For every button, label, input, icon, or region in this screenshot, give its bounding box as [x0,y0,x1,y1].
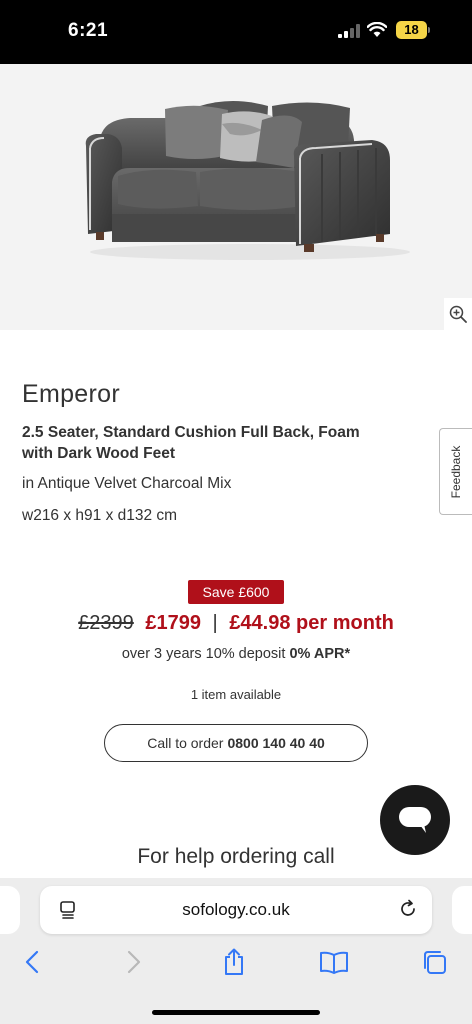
share-icon [225,948,243,975]
price-row: £2399 £1799 | £44.98 per month [0,612,472,635]
battery-icon: 18 [396,21,430,39]
feedback-tab[interactable]: Feedback [439,428,472,515]
product-image[interactable] [0,64,472,330]
back-button[interactable] [16,946,48,978]
chat-button[interactable] [380,785,450,855]
price-separator: | [212,612,218,634]
zoom-in-icon [449,305,467,323]
book-icon [320,951,348,974]
url-text[interactable]: sofology.co.uk [40,886,432,934]
finance-prefix: over 3 years 10% deposit [121,646,286,662]
call-label: Call to order [147,735,224,751]
bookmarks-button[interactable] [318,946,350,978]
share-button[interactable] [218,946,250,978]
sofa-illustration [85,101,410,260]
product-spec: 2.5 Seater, Standard Cushion Full Back, … [22,424,360,462]
status-time: 6:21 [68,20,109,41]
browser-nav-row [0,946,472,978]
call-to-order-button[interactable]: Call to order 0800 140 40 40 [104,724,368,762]
finance-terms: over 3 years 10% deposit 0% APR* [0,646,472,662]
home-indicator [152,1010,320,1015]
reload-icon[interactable] [398,899,418,919]
monthly-price: £44.98 per month [229,612,394,634]
status-bar: 6:21 18 [0,0,472,64]
finance-apr: 0% APR* [289,646,351,662]
wifi-icon [367,22,387,37]
forward-button[interactable] [118,946,150,978]
next-tab-peek[interactable] [452,886,472,934]
feedback-label: Feedback [449,445,463,498]
was-price: £2399 [78,612,134,634]
product-fabric: in Antique Velvet Charcoal Mix [22,475,232,492]
availability: 1 item available [190,687,282,702]
now-price: £1799 [145,612,201,634]
browser-toolbar: sofology.co.uk [0,878,472,1024]
previous-tab-peek[interactable] [0,886,20,934]
save-badge: Save £600 [188,580,284,604]
tabs-icon [424,951,446,974]
tabs-button[interactable] [418,946,450,978]
chat-bubble-icon [399,807,431,833]
zoom-button[interactable] [444,298,472,330]
cellular-signal-icon [338,24,360,38]
call-number: 0800 140 40 40 [227,735,325,751]
chevron-left-icon [25,950,39,974]
chevron-right-icon [127,950,141,974]
battery-level: 18 [396,21,427,39]
product-dimensions: w216 x h91 x d132 cm [22,507,178,524]
address-bar[interactable]: sofology.co.uk [40,886,432,934]
product-title: Emperor [22,380,120,408]
